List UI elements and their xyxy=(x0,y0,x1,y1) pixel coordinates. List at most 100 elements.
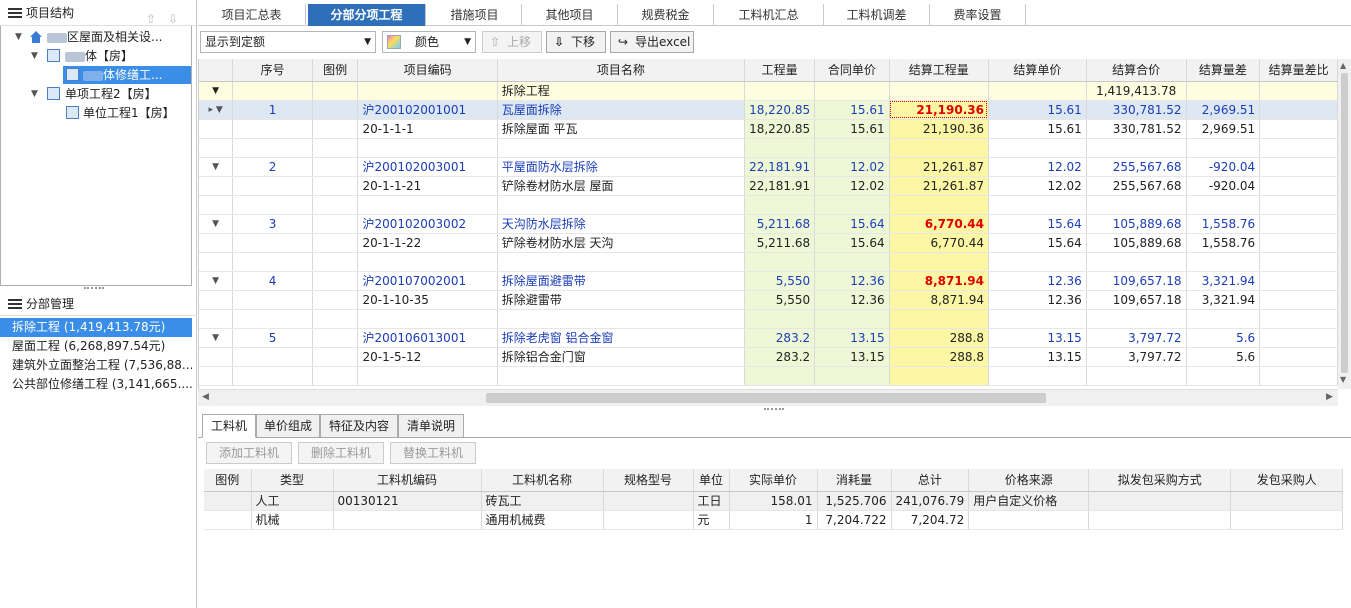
labor-cell[interactable]: 158.01 xyxy=(729,491,818,511)
quota-name[interactable]: 拆除铝合金门窗 xyxy=(497,347,746,367)
quota-settle-price[interactable]: 13.15 xyxy=(988,347,1087,367)
item-diff[interactable]: 1,558.76 xyxy=(1186,214,1261,234)
item-qty[interactable]: 22,181.91 xyxy=(744,157,816,177)
item-settle-price[interactable]: 12.36 xyxy=(988,271,1087,291)
col-header[interactable]: 合同单价 xyxy=(814,59,890,82)
col-header[interactable]: 项目编码 xyxy=(357,59,498,82)
quota-name[interactable]: 拆除屋面 平瓦 xyxy=(497,119,746,139)
table-row[interactable]: ▼ 5 沪200106013001 拆除老虎窗 铝合金窗 283.2 13.15 288.8… xyxy=(199,328,1338,348)
col-header[interactable]: 结算量差比 xyxy=(1259,59,1338,82)
col-header[interactable]: 结算单价 xyxy=(988,59,1087,82)
quota-settle-qty[interactable]: 21,261.87 xyxy=(889,176,989,196)
table-row[interactable]: 20-1-1-21 铲除卷材防水层 屋面 22,181.91 12.02 21,261.… xyxy=(199,176,1338,196)
col-header[interactable]: 发包采购人 xyxy=(1230,469,1344,492)
scroll-down-icon[interactable]: ▼ xyxy=(1340,375,1346,384)
group-name[interactable]: 拆除工程 xyxy=(497,81,746,101)
splitter-handle[interactable] xyxy=(764,408,784,411)
tree-node-single-2[interactable]: ▼ 单项工程2【房】 xyxy=(1,85,191,103)
tab-labor-summary[interactable]: 工料机汇总 xyxy=(714,4,824,26)
table-row[interactable]: 人工 00130121 砖瓦工 工日 158.01 1,525.706 241,076.79… xyxy=(204,491,1344,511)
labor-cell[interactable] xyxy=(204,491,252,511)
display-level-select[interactable]: 显示到定额 ▼ xyxy=(200,31,376,53)
scroll-up-icon[interactable]: ▲ xyxy=(1340,61,1346,70)
chevron-down-icon[interactable]: ▼ xyxy=(199,328,234,348)
labor-cell[interactable] xyxy=(603,510,694,530)
tab-fees-taxes[interactable]: 规费税金 xyxy=(618,4,714,26)
quota-settle-total[interactable]: 105,889.68 xyxy=(1086,233,1187,253)
item-name[interactable]: 拆除屋面避雷带 xyxy=(497,271,746,291)
item-settle-qty[interactable]: 8,871.94 xyxy=(889,271,989,291)
item-qty[interactable]: 18,220.85 xyxy=(744,100,816,120)
labor-cell[interactable]: 7,204.722 xyxy=(817,510,892,530)
item-diff[interactable]: 2,969.51 xyxy=(1186,100,1261,120)
item-price[interactable]: 12.36 xyxy=(814,271,890,291)
item-settle-qty[interactable]: 21,261.87 xyxy=(889,157,989,177)
quota-settle-price[interactable]: 15.64 xyxy=(988,233,1087,253)
labor-cell[interactable] xyxy=(603,491,694,511)
quota-name[interactable]: 铲除卷材防水层 天沟 xyxy=(497,233,746,253)
move-up-button[interactable]: ⇧ 上移 xyxy=(482,31,542,53)
quota-qty[interactable]: 22,181.91 xyxy=(744,176,816,196)
labor-cell[interactable]: 241,076.79 xyxy=(891,491,970,511)
col-header[interactable]: 结算量差 xyxy=(1186,59,1261,82)
col-header[interactable]: 规格型号 xyxy=(603,469,694,492)
item-settle-total[interactable]: 109,657.18 xyxy=(1086,271,1187,291)
item-settle-total[interactable]: 255,567.68 xyxy=(1086,157,1187,177)
quota-settle-price[interactable]: 12.36 xyxy=(988,290,1087,310)
quota-code[interactable]: 20-1-1-22 xyxy=(357,233,498,253)
section-item-facade[interactable]: 建筑外立面整治工程 (7,536,88... xyxy=(0,356,192,375)
item-qty[interactable]: 283.2 xyxy=(744,328,816,348)
item-settle-total[interactable]: 3,797.72 xyxy=(1086,328,1187,348)
chevron-down-icon[interactable]: ▼ xyxy=(31,85,41,103)
col-header[interactable]: 工料机编码 xyxy=(333,469,482,492)
labor-cell[interactable] xyxy=(1088,510,1232,530)
tree-node-root[interactable]: ▼ 区屋面及相关设... xyxy=(1,28,191,46)
tree-node-unit-1[interactable]: 单位工程1【房】 xyxy=(63,104,191,122)
labor-cell[interactable]: 机械 xyxy=(251,510,334,530)
quota-diff[interactable]: 3,321.94 xyxy=(1186,290,1261,310)
item-settle-total[interactable]: 330,781.52 xyxy=(1086,100,1187,120)
item-name[interactable]: 平屋面防水层拆除 xyxy=(497,157,746,177)
chevron-down-icon[interactable]: ▼ xyxy=(199,271,234,291)
quota-diff[interactable]: -920.04 xyxy=(1186,176,1261,196)
item-settle-qty[interactable]: 288.8 xyxy=(889,328,989,348)
grid-horizontal-scrollbar[interactable]: ◀ ▶ xyxy=(198,389,1338,406)
quota-price[interactable]: 15.64 xyxy=(814,233,890,253)
item-diff[interactable]: 5.6 xyxy=(1186,328,1261,348)
scroll-thumb[interactable] xyxy=(1341,73,1348,373)
tab-bill-notes[interactable]: 清单说明 xyxy=(398,414,464,438)
group-total[interactable]: 1,419,413.78 xyxy=(1086,81,1187,101)
table-row[interactable]: ▸ ▼ 1 沪200102001001 瓦屋面拆除 18,220.85 15.61 21,1… xyxy=(199,100,1338,120)
item-no[interactable]: 4 xyxy=(232,271,313,291)
quota-diff[interactable]: 2,969.51 xyxy=(1186,119,1261,139)
tab-unit-price[interactable]: 单价组成 xyxy=(256,414,320,438)
quota-qty[interactable]: 5,550 xyxy=(744,290,816,310)
quota-settle-total[interactable]: 330,781.52 xyxy=(1086,119,1187,139)
item-price[interactable]: 15.64 xyxy=(814,214,890,234)
item-diff[interactable]: 3,321.94 xyxy=(1186,271,1261,291)
table-row[interactable]: ▼ 2 沪200102003001 平屋面防水层拆除 22,181.91 12.02 21,… xyxy=(199,157,1338,177)
tab-features[interactable]: 特征及内容 xyxy=(320,414,398,438)
item-no[interactable]: 5 xyxy=(232,328,313,348)
item-settle-price[interactable]: 15.64 xyxy=(988,214,1087,234)
item-code[interactable]: 沪200102003002 xyxy=(357,214,498,234)
col-header[interactable]: 实际单价 xyxy=(729,469,818,492)
quota-price[interactable]: 13.15 xyxy=(814,347,890,367)
quota-settle-qty[interactable]: 6,770.44 xyxy=(889,233,989,253)
quota-code[interactable]: 20-1-10-35 xyxy=(357,290,498,310)
tab-measures[interactable]: 措施项目 xyxy=(428,4,522,26)
labor-cell[interactable]: 砖瓦工 xyxy=(481,491,604,511)
tab-labor-adjust[interactable]: 工料机调差 xyxy=(824,4,930,26)
labor-cell[interactable] xyxy=(1230,491,1344,511)
labor-cell[interactable]: 用户自定义价格 xyxy=(968,491,1090,511)
item-settle-total[interactable]: 105,889.68 xyxy=(1086,214,1187,234)
labor-cell[interactable]: 00130121 xyxy=(333,491,482,511)
quota-name[interactable]: 铲除卷材防水层 屋面 xyxy=(497,176,746,196)
chevron-down-icon[interactable]: ▼ xyxy=(199,81,234,101)
item-settle-price[interactable]: 13.15 xyxy=(988,328,1087,348)
quota-qty[interactable]: 18,220.85 xyxy=(744,119,816,139)
quota-price[interactable]: 12.36 xyxy=(814,290,890,310)
quota-settle-price[interactable]: 12.02 xyxy=(988,176,1087,196)
labor-cell[interactable]: 1,525.706 xyxy=(817,491,892,511)
chevron-down-icon[interactable]: ▸ ▼ xyxy=(199,100,234,120)
